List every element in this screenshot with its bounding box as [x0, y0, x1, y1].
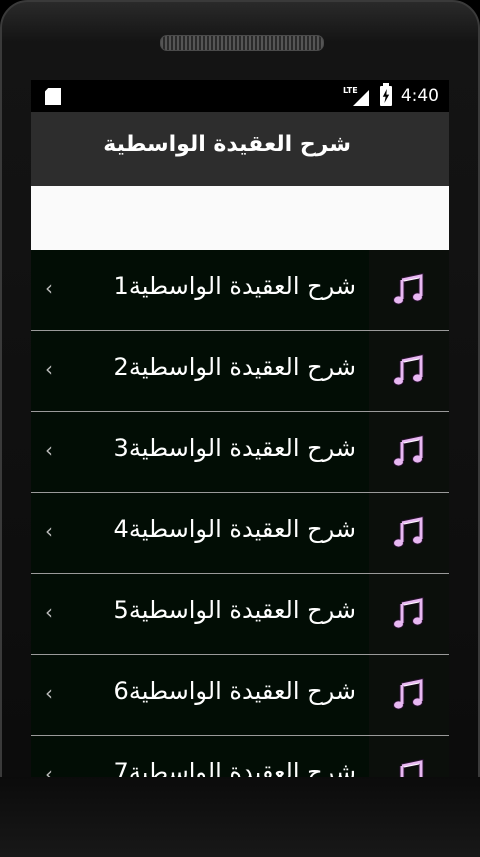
- sd-card-icon: [45, 88, 61, 105]
- music-note-icon: [399, 758, 424, 777]
- music-note-icon: [393, 596, 424, 629]
- music-note-icon: [393, 677, 424, 710]
- list-item-label: شرح العقيدة الواسطية5: [113, 596, 356, 624]
- list-item[interactable]: شرح العقيدة الواسطية5 ‹: [31, 574, 449, 655]
- list-item-label: شرح العقيدة الواسطية4: [113, 515, 356, 543]
- network-type: LTE: [343, 86, 358, 95]
- chevron-left-icon: ‹: [45, 276, 53, 300]
- list-item[interactable]: شرح العقيدة الواسطية6 ‹: [31, 655, 449, 736]
- music-note-icon: [393, 515, 424, 548]
- chevron-left-icon: ‹: [45, 600, 53, 624]
- list-item[interactable]: شرح العقيدة الواسطية7 ‹: [31, 736, 449, 777]
- speaker-grille: [160, 35, 324, 51]
- list-item-label: شرح العقيدة الواسطية7: [113, 758, 356, 777]
- chevron-left-icon: ‹: [45, 357, 53, 381]
- list-item[interactable]: شرح العقيدة الواسطية3 ‹: [31, 412, 449, 493]
- list-item[interactable]: شرح العقيدة الواسطية2 ‹: [31, 331, 449, 412]
- chevron-left-icon: ‹: [45, 681, 53, 705]
- status-clock: 4:40: [400, 86, 439, 106]
- lesson-list: شرح العقيدة الواسطية1 ‹ شرح العقيدة الوا…: [31, 250, 449, 777]
- music-note-icon: [393, 353, 424, 386]
- chevron-left-icon: ‹: [45, 762, 53, 777]
- music-note-icon: [393, 272, 424, 305]
- list-item-label: شرح العقيدة الواسطية2: [113, 353, 356, 381]
- status-bar: LTE 4:40: [31, 80, 449, 112]
- battery-charging-icon: [380, 83, 392, 106]
- chevron-left-icon: ‹: [45, 438, 53, 462]
- list-item[interactable]: شرح العقيدة الواسطية1 ‹: [31, 250, 449, 331]
- phone-bottom-bezel: [0, 777, 480, 857]
- list-item-label: شرح العقيدة الواسطية6: [113, 677, 356, 705]
- ad-banner[interactable]: [31, 186, 449, 250]
- list-item[interactable]: شرح العقيدة الواسطية4 ‹: [31, 493, 449, 574]
- list-item-label: شرح العقيدة الواسطية1: [113, 272, 356, 300]
- page-title: شرح العقيدة الواسطية: [103, 132, 351, 157]
- action-bar: شرح العقيدة الواسطية: [31, 112, 449, 186]
- list-item-label: شرح العقيدة الواسطية3: [113, 434, 356, 462]
- music-note-icon: [393, 434, 424, 467]
- screen: LTE 4:40 شرح العقيدة الواسطية شرح العقيد…: [31, 80, 449, 777]
- chevron-left-icon: ‹: [45, 519, 53, 543]
